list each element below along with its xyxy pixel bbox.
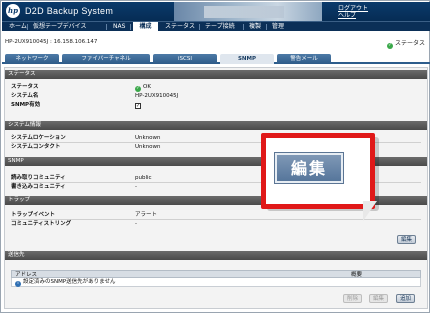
destinations-table-header: アドレス 概要 bbox=[11, 270, 421, 278]
trap-event-row: トラップイベント アラート bbox=[11, 211, 421, 219]
nav-item-nas[interactable]: NAS bbox=[110, 22, 128, 32]
system-name-row: システム名 HP-2UX910045J bbox=[11, 92, 421, 100]
help-link[interactable]: ヘルプ bbox=[338, 12, 368, 19]
section-system-info-header: システム情報 bbox=[5, 121, 427, 130]
callout-pointer bbox=[363, 201, 377, 221]
edit-destination-button[interactable]: 編集 bbox=[369, 294, 389, 303]
nav-item-management[interactable]: 管理 bbox=[269, 22, 287, 32]
header-banner-image bbox=[174, 2, 322, 21]
system-contact-value: Unknown bbox=[135, 144, 161, 150]
snmp-enabled-row: SNMP有効 ✓ bbox=[11, 101, 421, 109]
checkbox-checked-icon: ✓ bbox=[135, 103, 141, 109]
read-community-value: public bbox=[135, 175, 152, 181]
device-status: ✓ ステータス bbox=[386, 38, 425, 49]
read-community-label: 読み取りコミュニティ bbox=[11, 175, 66, 181]
system-name-label: システム名 bbox=[11, 93, 39, 99]
nav-item-status[interactable]: ステータス bbox=[162, 22, 198, 32]
section-status-header: ステータス bbox=[5, 70, 427, 79]
main-nav: ホーム 仮想テープデバイス NAS 構成 ステータス テープ接続 複製 管理 bbox=[2, 21, 430, 32]
app-header: hp D2D Backup System ログアウト ヘルプ bbox=[2, 2, 430, 21]
app-title: D2D Backup System bbox=[25, 6, 114, 16]
system-name-value: HP-2UX910045J bbox=[135, 93, 179, 99]
write-community-value: - bbox=[135, 184, 137, 190]
system-location-value: Unknown bbox=[135, 135, 161, 141]
system-contact-label: システムコンタクト bbox=[11, 144, 61, 150]
logout-link[interactable]: ログアウト bbox=[338, 5, 368, 12]
community-string-label: コミュニティストリング bbox=[11, 221, 72, 227]
snmp-enabled-label: SNMP有効 bbox=[11, 102, 41, 108]
tab-network[interactable]: ネットワーク bbox=[5, 54, 59, 64]
nav-item-tape-attach[interactable]: テープ接続 bbox=[202, 22, 238, 32]
trap-event-label: トラップイベント bbox=[11, 212, 56, 218]
info-icon: i bbox=[15, 281, 21, 287]
device-status-label: ステータス bbox=[394, 40, 425, 47]
nav-item-virtual-tape[interactable]: 仮想テープデバイス bbox=[30, 22, 89, 32]
nav-item-replication[interactable]: 複製 bbox=[246, 22, 264, 32]
snmp-enabled-checkbox: ✓ bbox=[135, 102, 141, 110]
tab-iscsi[interactable]: iSCSI bbox=[153, 54, 217, 64]
status-row: ステータス ✓ OK bbox=[11, 83, 421, 92]
community-string-row: コミュニティストリング - bbox=[11, 220, 421, 228]
system-location-label: システムロケーション bbox=[11, 135, 66, 141]
device-identifier: HP-2UX910045J : 16.158.106.147 bbox=[5, 39, 98, 45]
nav-separator bbox=[199, 24, 200, 30]
status-label: ステータス bbox=[11, 84, 39, 90]
trap-event-value: アラート bbox=[135, 212, 158, 218]
nav-item-configuration[interactable]: 構成 bbox=[133, 22, 158, 32]
destinations-empty-message: 設定済みのSNMP送信先がありません bbox=[23, 279, 116, 285]
status-ok-text: OK bbox=[143, 84, 151, 90]
add-destination-button[interactable]: 追加 bbox=[396, 294, 416, 303]
config-subtabs: ネットワーク ファイバーチャネル iSCSI SNMP 警告メール bbox=[2, 53, 430, 64]
ok-check-icon: ✓ bbox=[386, 43, 393, 49]
destinations-empty-row: i 設定済みのSNMP送信先がありません bbox=[11, 278, 421, 287]
nav-separator bbox=[130, 24, 131, 30]
tab-alert-mail[interactable]: 警告メール bbox=[277, 54, 331, 64]
delete-destination-button[interactable]: 削除 bbox=[343, 294, 363, 303]
tab-snmp[interactable]: SNMP bbox=[220, 54, 274, 64]
nav-separator bbox=[27, 24, 28, 30]
nav-separator bbox=[243, 24, 244, 30]
app-window: hp D2D Backup System ログアウト ヘルプ ホーム 仮想テープ… bbox=[0, 0, 430, 313]
tab-fibre-channel[interactable]: ファイバーチャネル bbox=[62, 54, 150, 64]
community-string-value: - bbox=[135, 221, 137, 227]
nav-separator bbox=[266, 24, 267, 30]
section-destinations-header: 送信先 bbox=[5, 251, 427, 260]
nav-separator bbox=[106, 24, 107, 30]
magnified-edit-button: 編集 bbox=[275, 153, 343, 183]
utility-links: ログアウト ヘルプ bbox=[338, 5, 368, 19]
trap-edit-button[interactable]: 編集 bbox=[397, 235, 417, 244]
write-community-label: 書き込みコミュニティ bbox=[11, 184, 66, 190]
status-value: ✓ OK bbox=[135, 83, 151, 92]
hp-logo: hp bbox=[6, 4, 20, 18]
